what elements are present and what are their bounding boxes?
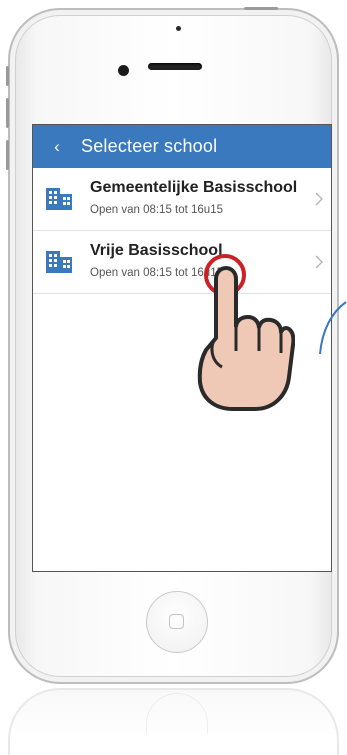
swipe-arc-icon: [319, 301, 347, 355]
building-icon: [46, 188, 72, 210]
volume-down-button: [6, 140, 9, 170]
school-hours: Open van 08:15 tot 16u15: [90, 204, 223, 216]
home-square-icon: [169, 614, 184, 629]
power-button: [244, 7, 278, 10]
app-bar: ‹ Selecteer school: [33, 125, 331, 168]
mute-switch: [6, 66, 9, 86]
chevron-right-icon: [315, 255, 323, 269]
back-button[interactable]: ‹: [33, 125, 81, 168]
earpiece-speaker: [148, 63, 202, 70]
school-name: Gemeentelijke Basisschool: [90, 179, 298, 196]
school-list-item[interactable]: Gemeentelijke Basisschool Open van 08:15…: [33, 168, 331, 231]
proximity-sensor: [176, 26, 181, 31]
home-button[interactable]: [146, 591, 208, 653]
front-camera: [118, 65, 129, 76]
page-title: Selecteer school: [81, 136, 218, 156]
chevron-right-icon: [315, 192, 323, 206]
volume-up-button: [6, 98, 9, 128]
tap-hand-icon: [197, 254, 295, 411]
building-icon: [46, 251, 72, 273]
